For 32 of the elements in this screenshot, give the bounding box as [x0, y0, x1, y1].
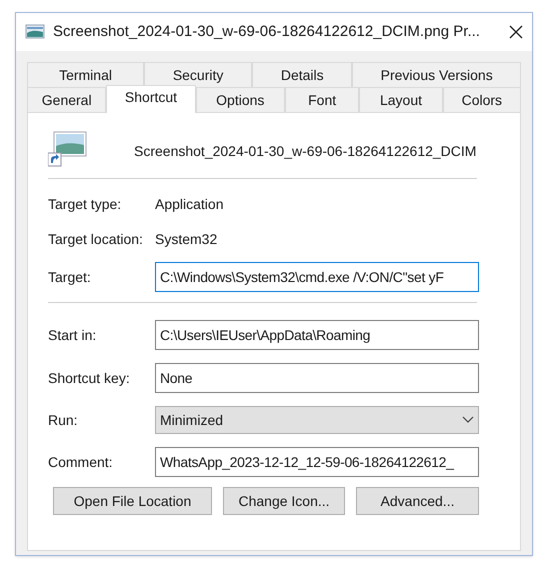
- field-label: Comment:: [48, 452, 114, 472]
- field-label: Start in:: [48, 326, 98, 344]
- tab[interactable]: Shortcut: [106, 85, 196, 113]
- field-label: Target:: [48, 268, 92, 287]
- tab[interactable]: Options: [196, 87, 285, 112]
- file-name: Screenshot_2024-01-30_w-69-06-18264122612_DCIM: [134, 142, 476, 161]
- run-dropdown[interactable]: Minimized: [155, 406, 479, 434]
- tab[interactable]: Layout: [359, 87, 443, 112]
- field-label: Run:: [48, 410, 79, 430]
- tab[interactable]: Colors: [442, 87, 522, 112]
- image-file-icon: [25, 24, 45, 40]
- tab[interactable]: Previous Versions: [352, 62, 521, 87]
- tab[interactable]: Font: [284, 87, 360, 112]
- field-value: System32: [155, 230, 218, 249]
- input-field[interactable]: C:\Users\IEUser\AppData\Roaming: [155, 320, 479, 350]
- input-field[interactable]: C:\Windows\System32\cmd.exe /V:ON/C"set yF: [155, 262, 479, 292]
- field-label: Shortcut key:: [48, 368, 131, 388]
- field-value: Application: [155, 195, 224, 214]
- field-label: Target location:: [48, 230, 144, 249]
- tab[interactable]: Details: [252, 62, 352, 87]
- close-icon[interactable]: [508, 24, 524, 40]
- dialog-button[interactable]: Advanced...: [356, 487, 479, 515]
- input-field[interactable]: None: [155, 363, 479, 393]
- dialog-button[interactable]: Open File Location: [53, 487, 212, 515]
- chevron-down-icon: [462, 416, 474, 424]
- input-field[interactable]: WhatsApp_2023-12-12_12-59-06-18264122612_: [155, 447, 479, 477]
- dialog-button[interactable]: Change Icon...: [223, 487, 345, 515]
- field-label: Target type:: [48, 195, 122, 214]
- window-title: Screenshot_2024-01-30_w-69-06-18264122612_DCIM.png Pr...: [53, 22, 481, 42]
- tab[interactable]: Security: [144, 62, 252, 87]
- tab[interactable]: General: [27, 87, 106, 112]
- tab[interactable]: Terminal: [27, 62, 144, 87]
